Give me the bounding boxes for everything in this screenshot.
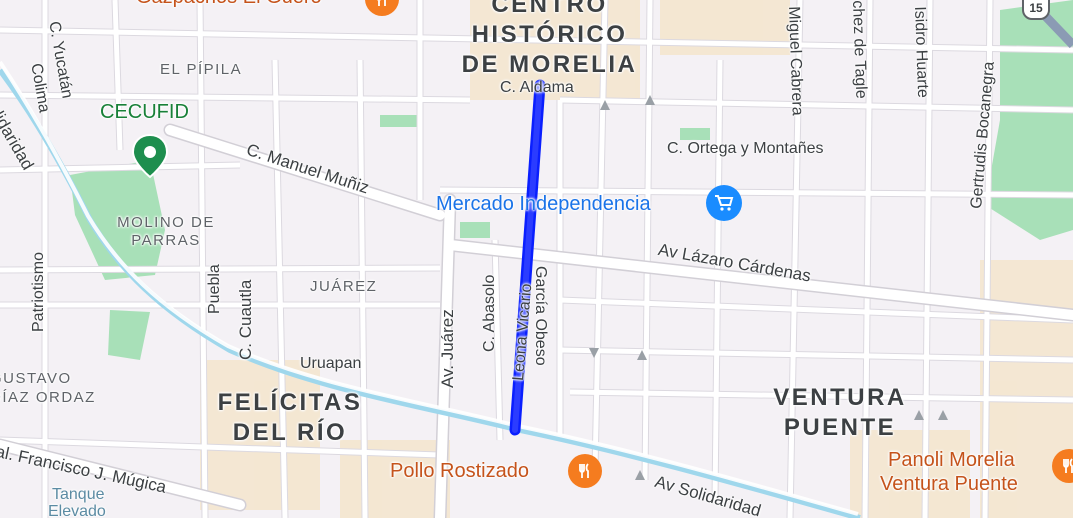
highway-shield: 15 <box>1022 0 1050 20</box>
street-label-puebla: Puebla <box>206 264 223 314</box>
poi-label-pollo: Pollo Rostizado <box>390 460 529 482</box>
street-label-uruapan: Uruapan <box>300 355 362 372</box>
neighborhood-molino-de-parras: MOLINO DE PARRAS <box>117 214 215 249</box>
poi-label-cecufid: CECUFID <box>100 101 189 123</box>
street-label-aldama: C. Aldama <box>500 79 574 96</box>
street-label-garcia-obeso: García Obeso <box>532 266 549 366</box>
shopping-cart-icon <box>706 185 742 221</box>
neighborhood-centro-historico: CENTRO HISTÓRICO DE MORELIA <box>461 0 638 78</box>
poi-label-gazpachos: Gazpachos El Güero <box>136 0 322 9</box>
restaurant-icon <box>568 454 602 488</box>
street-label-abasolo: C. Abasolo <box>481 274 498 352</box>
neighborhood-felicitas-del-rio: FELÍCITAS DEL RÍO <box>217 389 363 446</box>
park-pin-icon <box>131 133 169 179</box>
street-label-sanchez-tagle: chez de Tagle <box>849 0 870 99</box>
neighborhood-juarez: JUÁREZ <box>310 278 378 295</box>
highway-number: 15 <box>1029 1 1043 15</box>
poi-label-panoli-line2: Ventura Puente <box>880 473 1018 495</box>
poi-label-mercado: Mercado Independencia <box>436 193 651 215</box>
poi-label-panoli-line1: Panoli Morelia <box>888 449 1015 471</box>
poi-label-tanque-line2: Elevado <box>48 503 106 518</box>
map-canvas[interactable]: CENTRO HISTÓRICO DE MORELIA EL PÍPILA MO… <box>0 0 1073 518</box>
street-label-isidro-huarte: Isidro Huarte <box>911 6 932 99</box>
neighborhood-gustavo-diaz-ordaz: GUSTAVO DÍAZ ORDAZ <box>0 370 96 406</box>
street-label-cuautla: C. Cuautla <box>236 279 255 360</box>
street-label-av-juarez: Av. Juárez <box>438 309 457 388</box>
neighborhood-ventura-puente: VENTURA PUENTE <box>773 384 907 441</box>
street-label-patriotismo: Patriotismo <box>30 251 47 332</box>
street-label-ortega: C. Ortega y Montañes <box>667 140 824 157</box>
neighborhood-el-pipila: EL PÍPILA <box>160 61 243 78</box>
street-label-miguel-cabrera: Miguel Cabrera <box>785 6 806 116</box>
poi-label-tanque-line1: Tanque <box>52 486 105 503</box>
